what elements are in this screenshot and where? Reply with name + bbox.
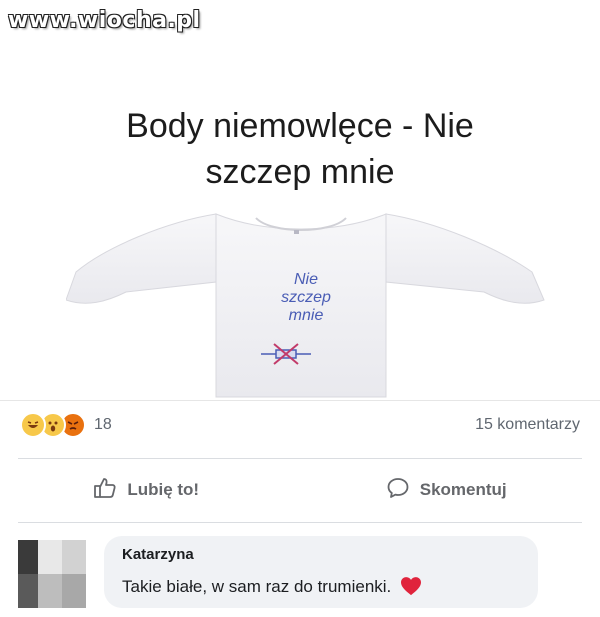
heart-icon [400, 576, 422, 601]
haha-icon [20, 412, 46, 438]
comment-row: Katarzyna Takie białe, w sam raz do trum… [18, 530, 582, 610]
image-divider [0, 400, 600, 401]
post-title-line-2: szczep mnie [205, 153, 395, 191]
print-text-line-2: szczep [281, 289, 331, 306]
post-title-line-1: Body niemowlęce - Nie [126, 107, 474, 145]
product-image[interactable]: Nie szczep mnie [66, 202, 546, 402]
print-text-line-3: mnie [288, 307, 324, 324]
avatar[interactable] [18, 540, 86, 608]
comment-author[interactable]: Katarzyna [122, 546, 194, 563]
like-label: Lubię to! [127, 480, 200, 499]
like-button[interactable]: Lubię to! [93, 476, 199, 505]
stats-divider [18, 458, 582, 459]
actions-divider [18, 522, 582, 523]
comment-label: Skomentuj [419, 480, 507, 499]
post-actions: Lubię to! Skomentuj [0, 470, 600, 510]
print-text-line-1: Nie [293, 271, 318, 288]
comment-text: Takie białe, w sam raz do trumienki. [122, 577, 392, 596]
speech-bubble-icon [386, 476, 410, 505]
site-watermark: www.wiocha.pl [8, 8, 201, 33]
reactions-summary[interactable]: 18 [20, 412, 112, 438]
comments-count[interactable]: 15 komentarzy [475, 416, 580, 434]
comment-text-line: Takie białe, w sam raz do trumienki. [122, 576, 422, 601]
post-title: Body niemowlęce - Nie szczep mnie [60, 103, 540, 195]
comment-button[interactable]: Skomentuj [386, 476, 507, 505]
comment-bubble: Katarzyna Takie białe, w sam raz do trum… [104, 536, 538, 608]
thumbs-up-icon [93, 476, 117, 505]
post-stats: 18 15 komentarzy [20, 410, 580, 440]
reaction-count: 18 [94, 416, 112, 433]
